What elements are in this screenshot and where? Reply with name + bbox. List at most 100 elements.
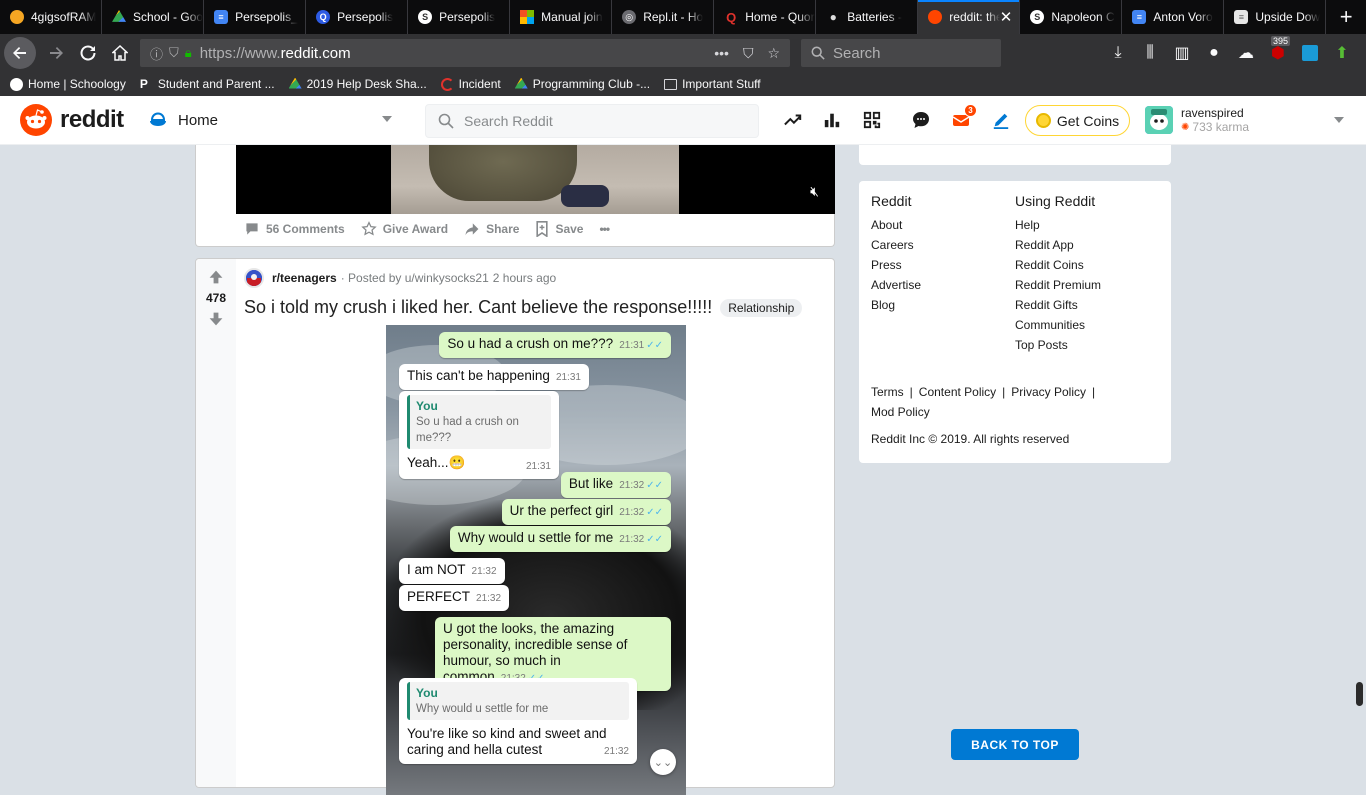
leaderboard-icon[interactable] bbox=[820, 108, 844, 132]
footer-link-mod-policy[interactable]: Mod Policy bbox=[871, 405, 930, 419]
home-button[interactable] bbox=[104, 37, 136, 69]
bookmark-item[interactable]: Home | Schoology bbox=[10, 77, 126, 91]
qr-icon[interactable] bbox=[860, 108, 884, 132]
browser-tab[interactable]: S Napoleon C bbox=[1020, 0, 1123, 34]
bookmark-item[interactable]: P Student and Parent ... bbox=[140, 77, 275, 91]
video-player[interactable]: 🔇︎ bbox=[236, 145, 835, 214]
footer-link-about[interactable]: About bbox=[871, 218, 1015, 238]
search-icon bbox=[438, 113, 454, 129]
extension-icon[interactable]: ☁ bbox=[1233, 38, 1259, 68]
mail-icon[interactable]: 3 bbox=[949, 104, 977, 132]
footer-link-privacy-policy[interactable]: Privacy Policy bbox=[1011, 385, 1086, 399]
bookmark-item[interactable]: Programming Club -... bbox=[514, 77, 650, 91]
extension-blue-icon[interactable] bbox=[1297, 38, 1323, 68]
footer-link-reddit-premium[interactable]: Reddit Premium bbox=[1015, 278, 1159, 298]
lock-icon[interactable]: 🔒︎ bbox=[185, 45, 192, 61]
sidebar-icon[interactable]: ▥ bbox=[1169, 38, 1195, 68]
bookmark-star-icon[interactable]: ☆ bbox=[767, 45, 780, 62]
comments-button[interactable]: 56 Comments bbox=[244, 221, 345, 237]
url-bar[interactable]: ⓘ ⛉ 🔒︎ https://www. reddit.com ••• ⛉ ☆ bbox=[140, 39, 790, 67]
browser-tab[interactable]: S Persepolis bbox=[408, 0, 511, 34]
pocket-icon[interactable]: ⛉ bbox=[743, 45, 754, 62]
page-scrollbar[interactable] bbox=[1356, 682, 1363, 706]
bookmark-item[interactable]: Incident bbox=[440, 77, 501, 91]
downvote-icon[interactable] bbox=[208, 311, 224, 327]
post-flair[interactable]: Relationship bbox=[720, 298, 803, 317]
footer-link-reddit-app[interactable]: Reddit App bbox=[1015, 238, 1159, 258]
home-dropdown[interactable]: Home bbox=[148, 104, 398, 136]
reddit-search[interactable] bbox=[425, 104, 759, 138]
footer-link-blog[interactable]: Blog bbox=[871, 298, 1015, 318]
bookmark-folder[interactable]: Important Stuff bbox=[664, 77, 761, 91]
back-to-top-button[interactable]: BACK TO TOP bbox=[951, 729, 1079, 760]
close-tab-icon[interactable]: ✕ bbox=[1000, 8, 1013, 26]
info-icon[interactable]: ⓘ bbox=[150, 44, 163, 63]
post-card[interactable]: 478 r/teenagers · Posted by u/winkysocks… bbox=[195, 258, 835, 795]
chevron-down-icon bbox=[1334, 117, 1344, 123]
popular-icon[interactable] bbox=[781, 108, 805, 132]
chat-bubble-outgoing: But like 21:32 ✓✓ bbox=[560, 472, 671, 498]
account-icon[interactable]: ● bbox=[1201, 38, 1227, 68]
forward-button[interactable] bbox=[40, 37, 72, 69]
browser-tab[interactable]: ≡ Anton Voro bbox=[1122, 0, 1225, 34]
bookmark-item[interactable]: 2019 Help Desk Sha... bbox=[288, 77, 427, 91]
footer-link-reddit-gifts[interactable]: Reddit Gifts bbox=[1015, 298, 1159, 318]
footer-link-help[interactable]: Help bbox=[1015, 218, 1159, 238]
bookmarks-bar: Home | Schoology P Student and Parent ...… bbox=[0, 72, 1366, 96]
back-button[interactable] bbox=[4, 37, 36, 69]
downloads-icon[interactable]: ⤓ bbox=[1105, 38, 1131, 68]
share-button[interactable]: Share bbox=[464, 221, 519, 237]
posted-by[interactable]: · Posted by u/winkysocks21 bbox=[341, 271, 489, 285]
footer-link-terms[interactable]: Terms bbox=[871, 385, 904, 399]
browser-tab[interactable]: Q Persepolis bbox=[306, 0, 409, 34]
update-icon[interactable]: ⬆ bbox=[1329, 38, 1355, 68]
menu-icon[interactable]: ≡ bbox=[1361, 38, 1366, 68]
footer-link-advertise[interactable]: Advertise bbox=[871, 278, 1015, 298]
browser-tab[interactable]: ≡ Upside Dow bbox=[1224, 0, 1327, 34]
footer-link-reddit-coins[interactable]: Reddit Coins bbox=[1015, 258, 1159, 278]
drive-icon bbox=[514, 77, 528, 89]
more-options-button[interactable]: ••• bbox=[599, 222, 610, 236]
footer-link-careers[interactable]: Careers bbox=[871, 238, 1015, 258]
new-tab-button[interactable]: + bbox=[1326, 0, 1366, 34]
get-coins-button[interactable]: Get Coins bbox=[1025, 105, 1130, 136]
snoo-icon bbox=[20, 104, 52, 136]
reddit-logo[interactable]: reddit bbox=[20, 104, 124, 136]
save-button[interactable]: Save bbox=[535, 221, 583, 237]
quoted-message: You Why would u settle for me bbox=[407, 682, 629, 720]
arrow-left-icon bbox=[13, 47, 26, 59]
browser-tab[interactable]: ≡ Persepolis_ bbox=[204, 0, 307, 34]
subreddit-icon[interactable] bbox=[244, 268, 264, 288]
post-card[interactable]: 🔇︎ 56 Comments Give Award Share Save ••• bbox=[195, 145, 835, 247]
browser-tab[interactable]: ◎ Repl.it - Ho bbox=[612, 0, 715, 34]
post-title[interactable]: So i told my crush i liked her. Cant bel… bbox=[244, 297, 803, 318]
footer-link-communities[interactable]: Communities bbox=[1015, 318, 1159, 338]
page-actions-icon[interactable]: ••• bbox=[714, 45, 729, 61]
footer-link-top-posts[interactable]: Top Posts bbox=[1015, 338, 1159, 358]
sidebar-card bbox=[859, 145, 1171, 165]
reload-button[interactable] bbox=[72, 37, 104, 69]
create-post-icon[interactable] bbox=[989, 108, 1013, 132]
footer-link-press[interactable]: Press bbox=[871, 258, 1015, 278]
library-icon[interactable]: ⫼ bbox=[1137, 38, 1163, 68]
give-award-button[interactable]: Give Award bbox=[361, 221, 448, 237]
footer-link-content-policy[interactable]: Content Policy bbox=[919, 385, 996, 399]
browser-tab[interactable]: School - Google bbox=[102, 0, 205, 34]
browser-tab[interactable]: Q Home - Quora bbox=[714, 0, 817, 34]
browser-tab[interactable]: 4gigsofRAM bbox=[0, 0, 103, 34]
subreddit-link[interactable]: r/teenagers bbox=[272, 271, 337, 285]
reddit-search-input[interactable] bbox=[464, 113, 724, 129]
chat-icon[interactable] bbox=[909, 108, 933, 132]
browser-search-input[interactable]: Search bbox=[801, 39, 1001, 67]
browser-tab-active[interactable]: reddit: the ✕ bbox=[918, 0, 1021, 34]
upvote-icon[interactable] bbox=[208, 269, 224, 285]
chat-bubble-incoming: PERFECT 21:32 bbox=[399, 585, 510, 611]
ublock-icon[interactable]: ⬢ 395 bbox=[1265, 36, 1291, 68]
browser-tab[interactable]: ● Batteries - bbox=[816, 0, 919, 34]
user-menu[interactable]: ravenspired ✺ 733 karma bbox=[1145, 102, 1350, 138]
microsoft-icon bbox=[520, 10, 535, 24]
shield-icon[interactable]: ⛉ bbox=[169, 45, 179, 61]
mute-icon[interactable]: 🔇︎ bbox=[810, 183, 819, 200]
browser-tab[interactable]: Manual join bbox=[510, 0, 613, 34]
post-image[interactable]: So u had a crush on me??? 21:31 ✓✓ This ca… bbox=[386, 325, 686, 795]
